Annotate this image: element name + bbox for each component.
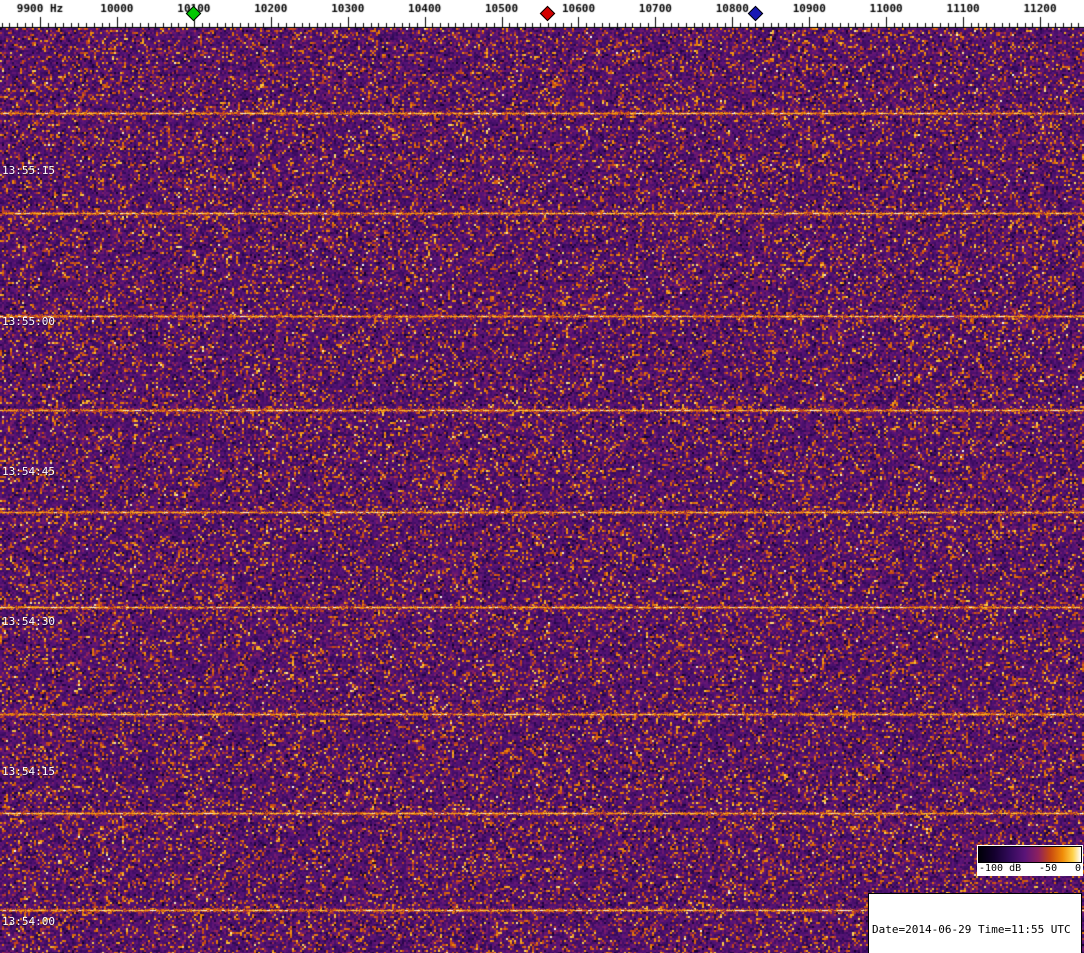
waterfall-canvas[interactable]: [0, 28, 1084, 953]
time-label: 13:54:15: [2, 765, 55, 778]
spectrum-waterfall-display: 13:55:15 13:55:00 13:54:45 13:54:30 13:54:15…: [0, 0, 1084, 953]
time-label: 13:55:00: [2, 315, 55, 328]
amplitude-gradient-bar[interactable]: [978, 846, 1082, 863]
time-label: 13:55:15: [2, 164, 55, 177]
scale-mid-label: -50: [1039, 863, 1058, 874]
scale-max-label: 0: [1074, 863, 1081, 874]
scale-min-label: -100 dB: [979, 863, 1022, 874]
observation-info-box: Date=2014-06-29 Time=11:55 UTC Freq=143 …: [868, 893, 1082, 953]
info-date-time: Date=2014-06-29 Time=11:55 UTC: [872, 923, 1071, 936]
amplitude-scale-panel: -100 dB -50 0: [977, 845, 1083, 876]
amplitude-scale-labels: -100 dB -50 0: [978, 863, 1082, 875]
time-label: 13:54:00: [2, 915, 55, 928]
time-label: 13:54:45: [2, 465, 55, 478]
time-label: 13:54:30: [2, 615, 55, 628]
